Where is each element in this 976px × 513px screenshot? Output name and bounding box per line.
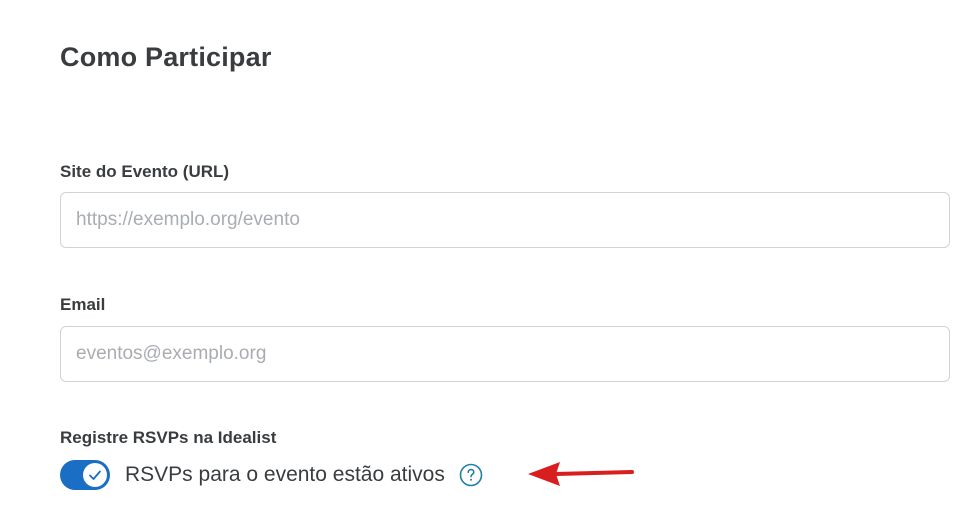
toggle-knob bbox=[83, 463, 107, 487]
email-field-label: Email bbox=[60, 295, 106, 314]
rsvp-toggle-text: RSVPs para o evento estão ativos bbox=[125, 463, 445, 486]
how-to-participate-section: Como Participar Site do Evento (URL) Ema… bbox=[0, 0, 976, 513]
rsvp-toggle-row: RSVPs para o evento estão ativos bbox=[60, 458, 483, 492]
section-title: Como Participar bbox=[60, 42, 272, 72]
url-field-label: Site do Evento (URL) bbox=[60, 162, 230, 181]
rsvp-toggle-switch[interactable] bbox=[60, 460, 110, 490]
event-url-input[interactable] bbox=[60, 192, 950, 248]
arrow-left-icon bbox=[528, 462, 634, 486]
question-mark-icon[interactable] bbox=[459, 463, 483, 487]
check-icon bbox=[89, 470, 101, 480]
rsvp-field-label: Registre RSVPs na Idealist bbox=[60, 428, 277, 447]
email-input[interactable] bbox=[60, 326, 950, 382]
